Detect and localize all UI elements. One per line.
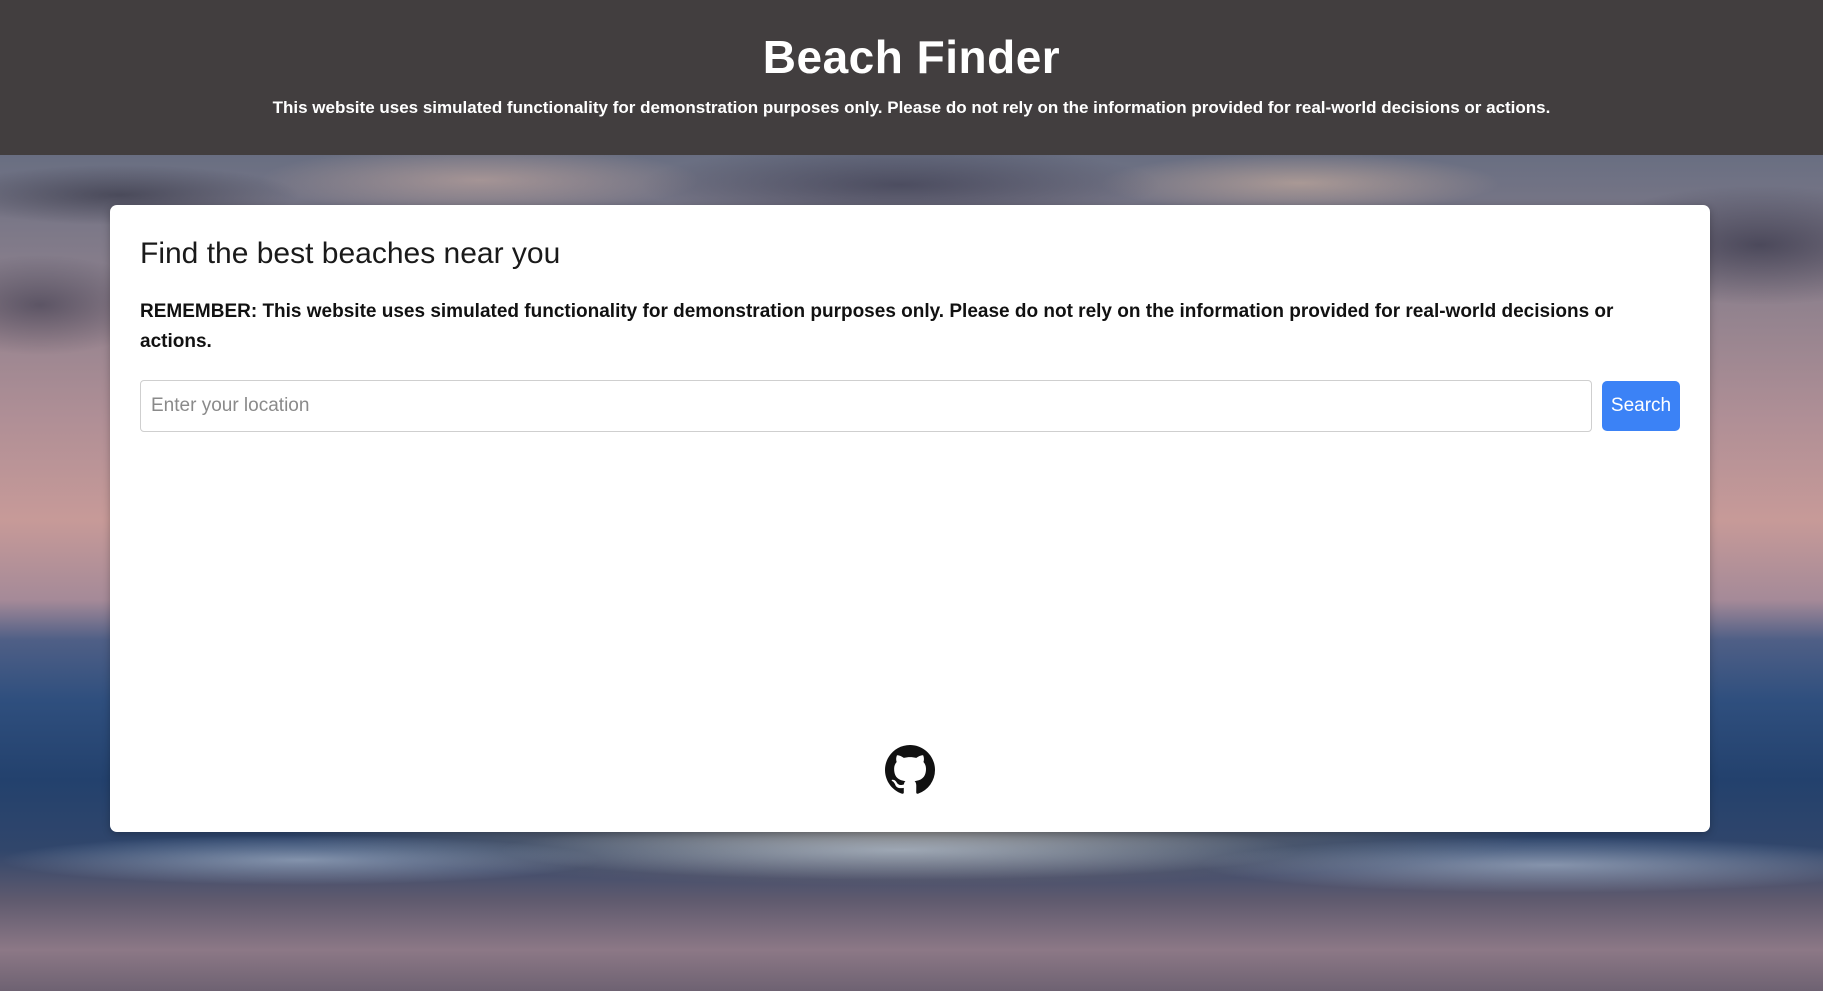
page-heading: Find the best beaches near you xyxy=(140,237,561,270)
background-waves xyxy=(0,820,1823,910)
reminder-text: REMEMBER: This website uses simulated fu… xyxy=(140,301,1614,352)
search-card: Find the best beaches near you REMEMBER:… xyxy=(110,205,1710,832)
github-icon xyxy=(885,745,935,794)
location-input[interactable] xyxy=(140,380,1592,432)
search-button[interactable]: Search xyxy=(1602,381,1680,431)
github-link[interactable] xyxy=(885,745,935,795)
header-disclaimer: This website uses simulated functionalit… xyxy=(272,98,1551,117)
site-header: Beach Finder This website uses simulated… xyxy=(0,0,1823,155)
site-title: Beach Finder xyxy=(762,31,1061,83)
